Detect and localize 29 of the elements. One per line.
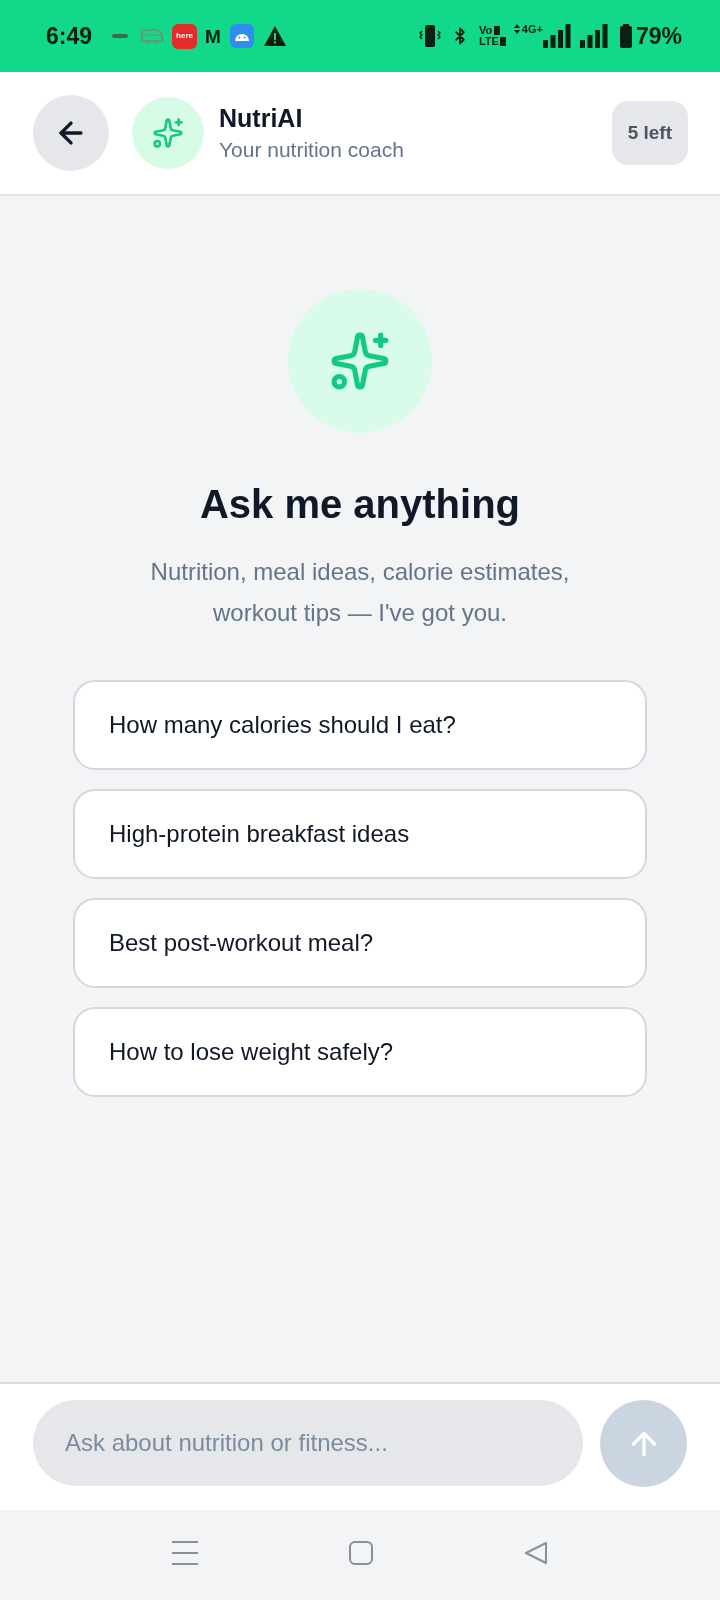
signal-icon xyxy=(542,24,571,48)
app-logo-tile: here xyxy=(172,23,198,49)
welcome-description: Nutrition, meal ideas, calorie estimates, workout tips — I've got you. xyxy=(150,557,570,628)
back-triangle-icon[interactable] xyxy=(524,1541,548,1565)
notification-icon xyxy=(112,33,129,39)
lte-label: LTE xyxy=(478,36,499,47)
messages-left-badge: 5 left xyxy=(611,101,688,165)
suggestion-button[interactable]: How to lose weight safely? xyxy=(73,1007,647,1097)
bus-icon xyxy=(140,28,165,44)
suggestion-button[interactable]: How many calories should I eat? xyxy=(73,680,647,770)
battery-percent: 79% xyxy=(635,24,682,48)
menu-icon[interactable] xyxy=(172,1541,198,1565)
vibrate-icon xyxy=(418,24,441,48)
android-icon xyxy=(229,24,254,48)
message-input[interactable]: Ask about nutrition or fitness... xyxy=(33,1400,583,1486)
network-type-label: 4G+ xyxy=(521,24,543,35)
welcome-title: Ask me anything xyxy=(199,481,521,527)
status-time: 6:49 xyxy=(46,24,93,48)
battery-icon xyxy=(619,24,632,48)
data-arrows-icon xyxy=(513,24,520,34)
app-logo-letter: M xyxy=(205,26,221,46)
assistant-name: NutriAI xyxy=(219,102,304,133)
suggestion-button[interactable]: Best post-workout meal? xyxy=(73,898,647,988)
home-square-icon[interactable] xyxy=(349,1541,373,1565)
suggestion-button[interactable]: High-protein breakfast ideas xyxy=(73,789,647,879)
assistant-subtitle: Your nutrition coach xyxy=(219,136,404,163)
volte-label: Vo xyxy=(478,25,493,36)
warning-icon xyxy=(263,26,286,46)
signal-icon xyxy=(579,24,608,48)
